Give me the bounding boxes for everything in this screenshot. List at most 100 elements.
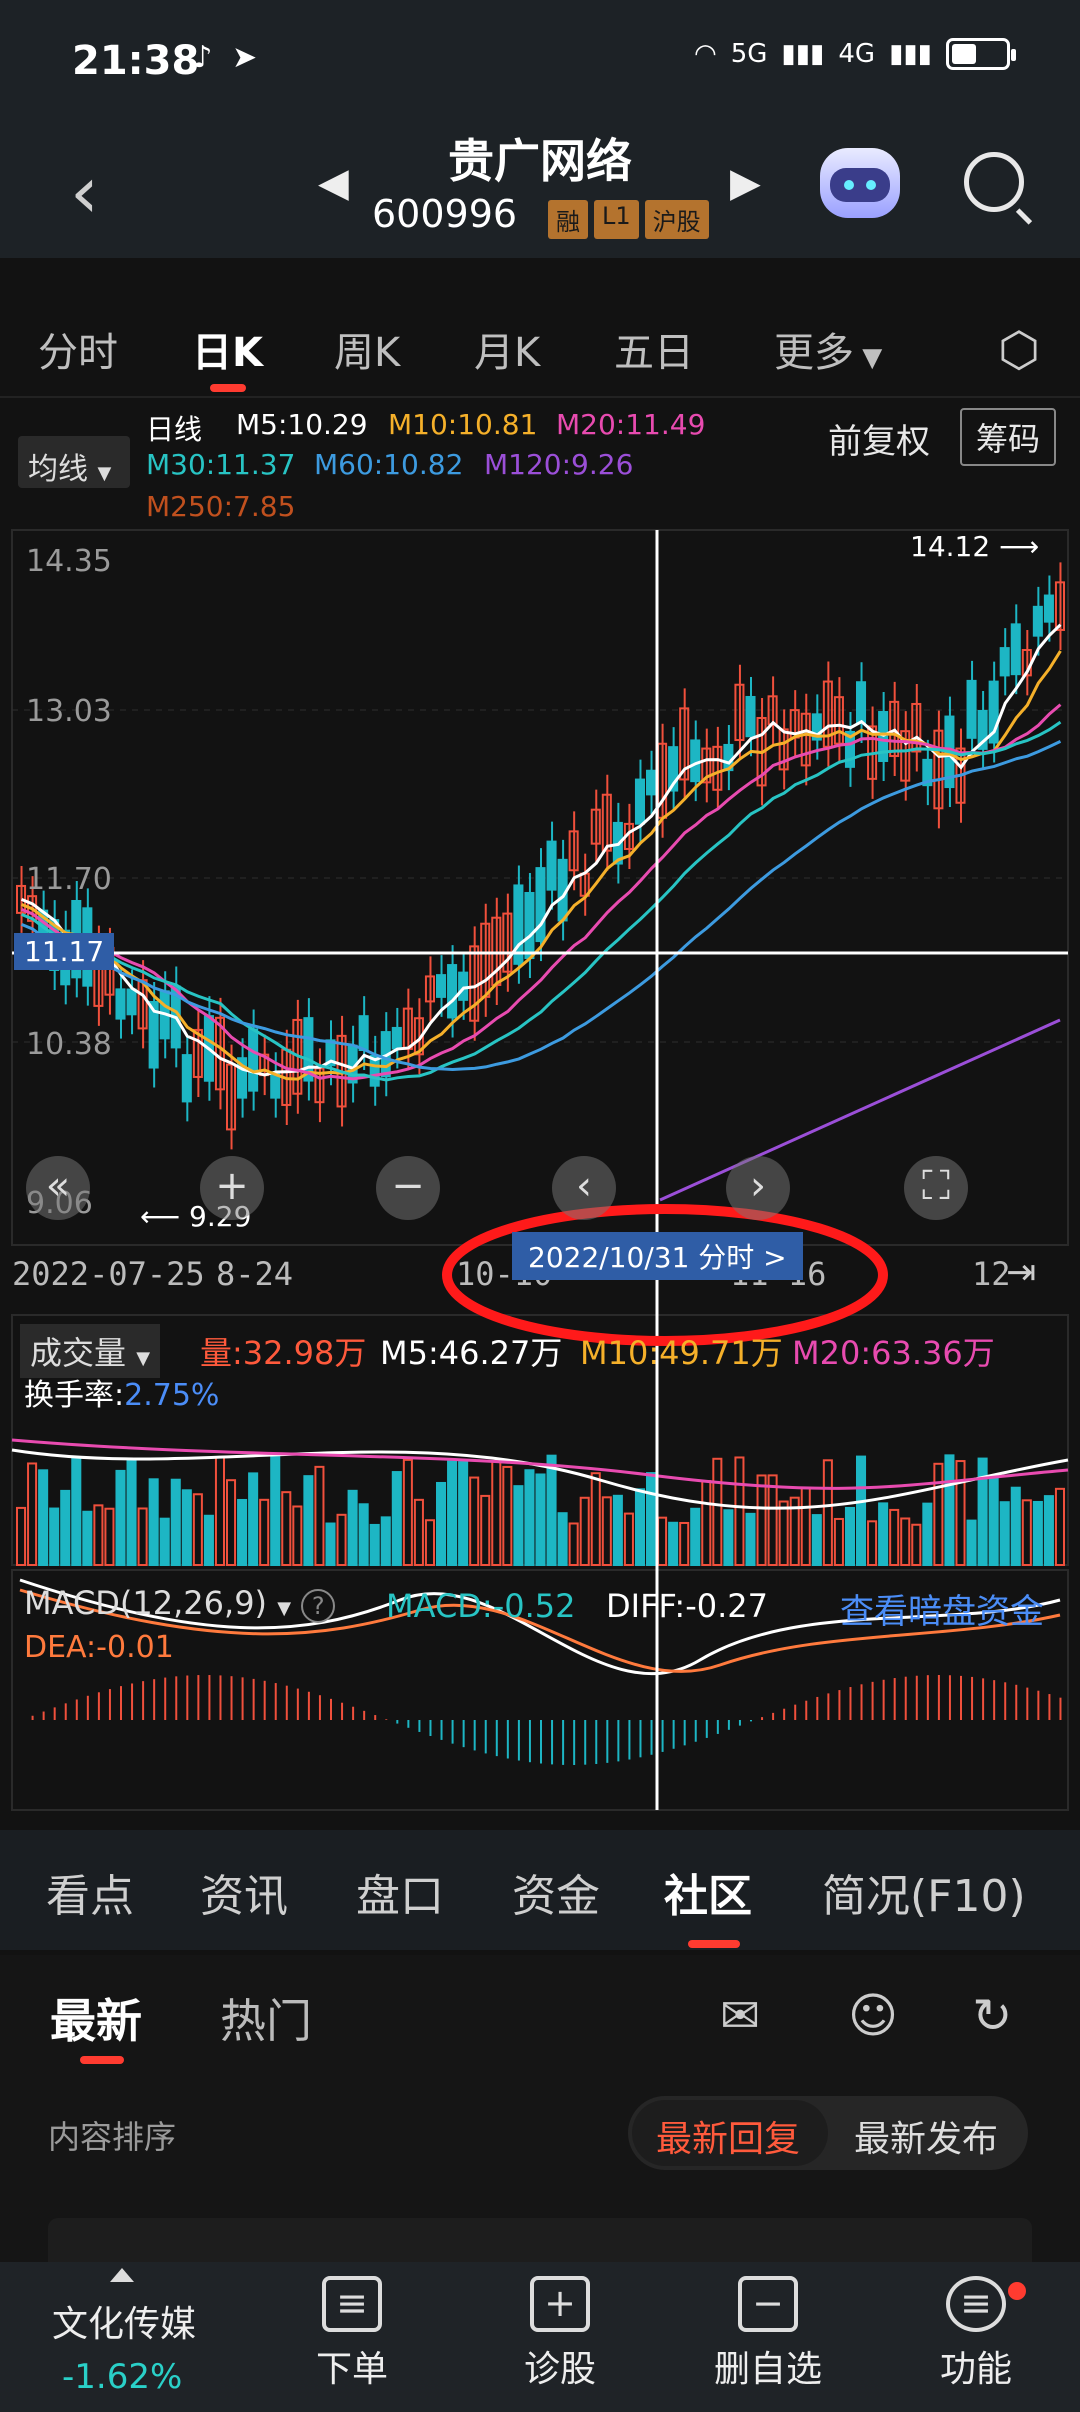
volume-bar <box>447 1460 458 1566</box>
volume-bar <box>623 1512 634 1566</box>
volume-bar <box>402 1458 413 1566</box>
candle <box>458 971 469 1001</box>
chevron-down-icon: ▼ <box>854 343 883 373</box>
candle <box>1010 623 1021 676</box>
macd-value: MACD:-0.52 <box>386 1587 576 1625</box>
sort-latest-post[interactable]: 最新发布 <box>854 2110 998 2162</box>
sort-latest-reply[interactable]: 最新回复 <box>656 2110 800 2162</box>
price-adjust-toggle[interactable]: 前复权 <box>828 414 930 463</box>
remove-watchlist-button[interactable]: 删自选 <box>688 2340 848 2392</box>
volume-bar <box>889 1508 900 1566</box>
zoom-in-icon[interactable]: + <box>200 1156 264 1220</box>
tab-five-day[interactable]: 五日 <box>614 320 694 378</box>
function-button[interactable]: 功能 <box>896 2340 1056 2392</box>
menu-icon[interactable]: ≡ <box>946 2276 1006 2332</box>
volume-m10: M10:49.71万 <box>580 1334 783 1372</box>
volume-bar <box>944 1454 955 1566</box>
help-icon[interactable]: ? <box>301 1589 336 1623</box>
volume-bar <box>458 1461 469 1566</box>
volume-bar <box>833 1517 844 1566</box>
volume-bar <box>966 1519 977 1567</box>
remove-watchlist-icon[interactable]: − <box>738 2276 798 2332</box>
status-time: 21:38 <box>72 38 200 84</box>
order-icon[interactable]: ≡ <box>322 2276 382 2332</box>
ma120-line <box>659 1018 1061 1202</box>
sector-name[interactable]: 文化传媒 <box>52 2295 196 2347</box>
y-tick: 10.38 <box>26 1027 112 1062</box>
date-tooltip[interactable]: 2022/10/31 分时 > <box>512 1232 803 1280</box>
fullscreen-icon[interactable]: ⛶ <box>904 1156 968 1220</box>
chevron-down-icon: ▼ <box>136 1348 151 1369</box>
turnover-rate: 换手率:2.75% <box>24 1370 219 1414</box>
robot-assistant-icon[interactable] <box>820 148 900 218</box>
refresh-icon[interactable]: ↻ <box>972 1988 1032 2044</box>
ma-m60: M60:10.82 <box>314 448 464 481</box>
volume-bar <box>1010 1486 1021 1567</box>
ma-dropdown[interactable]: 均线 ▼ <box>18 436 130 488</box>
volume-bar <box>988 1474 999 1567</box>
volume-bar <box>767 1474 778 1566</box>
tab-more[interactable]: 更多 ▼ <box>774 320 882 378</box>
volume-bar <box>1043 1495 1054 1567</box>
candle <box>391 1026 402 1050</box>
volume-bar <box>856 1455 867 1566</box>
user-icon[interactable]: ☺ <box>848 1988 908 2044</box>
next-stock-icon[interactable]: ▶ <box>730 160 761 206</box>
volume-bar <box>325 1522 336 1567</box>
macd-dropdown[interactable]: MACD(12,26,9) ▼ ? <box>24 1584 336 1623</box>
tab-orderbook[interactable]: 盘口 <box>356 1860 444 1924</box>
scroll-end-icon[interactable]: ⇥ <box>1006 1252 1036 1293</box>
tab-more-label: 更多 <box>774 330 854 376</box>
dark-pool-link[interactable]: 查看暗盘资金 <box>840 1584 1044 1633</box>
diagnose-icon[interactable]: + <box>530 2276 590 2332</box>
x-date-label: 2022-07-25 <box>12 1255 205 1293</box>
volume-bar <box>336 1513 347 1566</box>
volume-bar <box>601 1496 612 1566</box>
caret-up-icon[interactable] <box>110 2268 134 2282</box>
volume-bar <box>712 1457 723 1567</box>
tab-weekly-k[interactable]: 周K <box>334 320 400 378</box>
ma-m120: M120:9.26 <box>484 448 634 481</box>
settings-icon[interactable]: ⬡ <box>998 322 1040 378</box>
diff-value: DIFF:-0.27 <box>606 1587 768 1625</box>
volume-m20: M20:63.36万 <box>792 1334 995 1372</box>
candle <box>447 964 458 1019</box>
prev-candle-icon[interactable]: ‹ <box>552 1156 616 1220</box>
volume-bar <box>933 1462 944 1567</box>
volume-bar <box>347 1489 358 1566</box>
tab-news[interactable]: 资讯 <box>200 1860 288 1924</box>
tab-profile[interactable]: 简况(F10) <box>822 1860 1026 1924</box>
tab-hot[interactable]: 热门 <box>220 1985 312 2051</box>
arrow-right-icon: ⟶ <box>999 530 1040 563</box>
ma-m10: M10:10.81 <box>388 408 538 441</box>
volume-bar <box>690 1507 701 1567</box>
volume-bar <box>955 1460 966 1566</box>
signal-icon-2: ▮▮▮ <box>889 39 932 69</box>
volume-bar <box>303 1475 314 1566</box>
tab-daily-k[interactable]: 日K <box>192 320 263 378</box>
volume-bar <box>513 1485 524 1566</box>
ma-m5: M5:10.29 <box>236 408 368 441</box>
order-button[interactable]: 下单 <box>272 2340 432 2392</box>
volume-bar <box>214 1456 226 1566</box>
diagnose-button[interactable]: 诊股 <box>480 2340 640 2392</box>
mail-icon[interactable]: ✉ <box>720 1988 780 2044</box>
next-candle-icon[interactable]: › <box>726 1156 790 1220</box>
header: ‹ ◀ 贵广网络 600996 融 L1 沪股 ▶ <box>0 120 1080 258</box>
tab-monthly-k[interactable]: 月K <box>474 320 540 378</box>
ma-title: 日线 <box>146 413 203 446</box>
tab-latest[interactable]: 最新 <box>50 1985 142 2051</box>
wifi-icon: ◠ <box>694 39 717 69</box>
tab-highlights[interactable]: 看点 <box>46 1860 134 1924</box>
send-icon: ➤ <box>232 40 258 75</box>
chevron-down-icon: ▼ <box>97 463 112 484</box>
zoom-out-icon[interactable]: − <box>376 1156 440 1220</box>
tab-community[interactable]: 社区 <box>664 1860 752 1924</box>
tab-funds[interactable]: 资金 <box>512 1860 600 1924</box>
chip-distribution-button[interactable]: 筹码 <box>960 408 1057 466</box>
scroll-left-icon[interactable]: « <box>26 1156 90 1220</box>
search-icon[interactable] <box>964 152 1024 212</box>
volume-bar <box>49 1507 60 1567</box>
tab-intraday[interactable]: 分时 <box>38 320 118 378</box>
candle <box>966 679 977 739</box>
